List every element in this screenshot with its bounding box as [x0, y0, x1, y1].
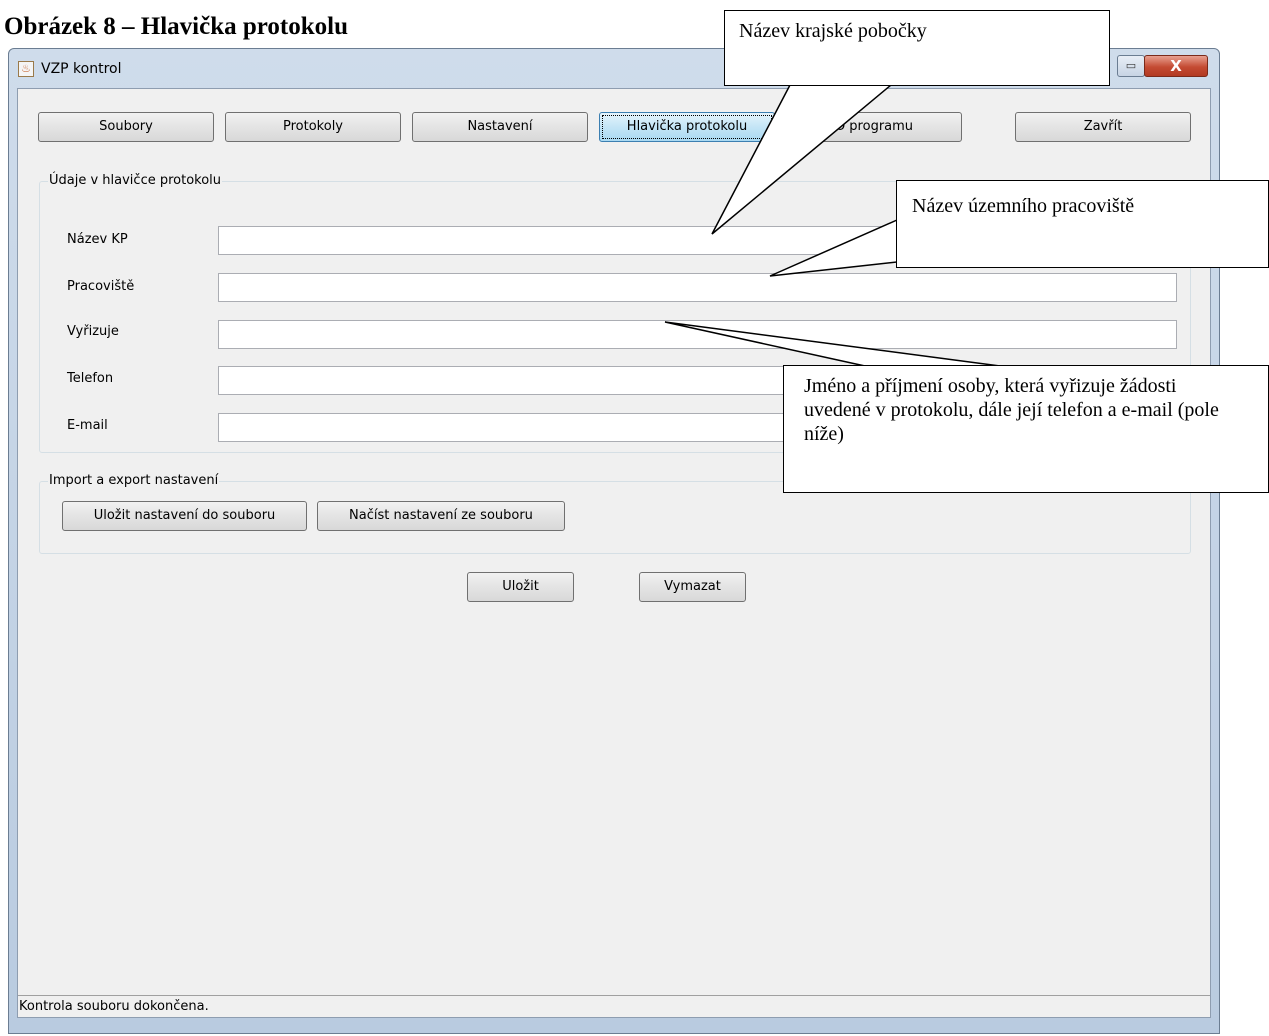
- callout-regional-branch: Název krajské pobočky: [724, 10, 1110, 86]
- callout-pointer-regional: [711, 84, 894, 235]
- callout-territorial-office: Název územního pracoviště: [896, 180, 1269, 268]
- callout-pointer-contact: [664, 321, 1001, 367]
- callout-pointer-territorial: [769, 218, 898, 277]
- callout-contact-person: Jméno a příjmení osoby, která vyřizuje ž…: [783, 365, 1269, 493]
- callout-pointers: [664, 84, 1001, 367]
